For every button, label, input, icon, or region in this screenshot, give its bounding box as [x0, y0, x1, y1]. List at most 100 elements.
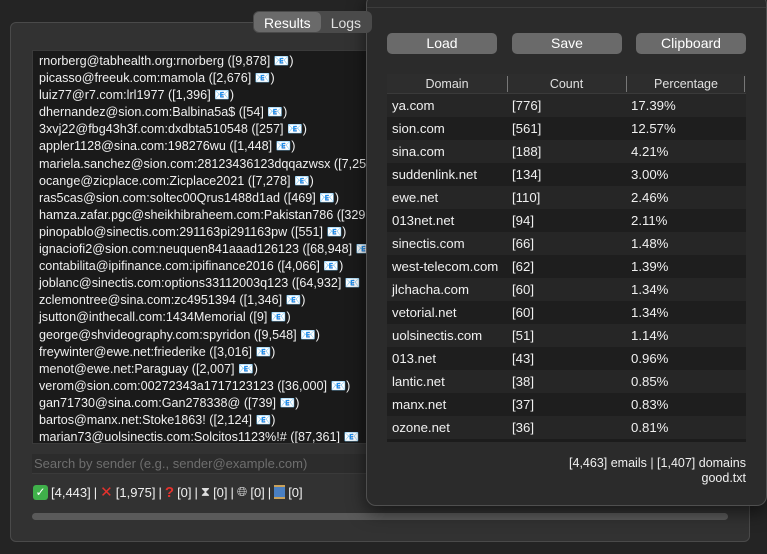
domain-cell: sinectis.com — [392, 236, 465, 251]
domain-stats-panel: Load Save Clipboard Domain Count Percent… — [366, 0, 767, 506]
table-row[interactable]: 013.net [43] 0.96% — [387, 347, 746, 370]
clipboard-button[interactable]: Clipboard — [636, 33, 746, 54]
summary-text: [4,463] emails | [1,407] domains — [569, 456, 746, 470]
percentage-cell: 17.39% — [631, 98, 676, 113]
search-input[interactable] — [32, 454, 392, 474]
table-row[interactable]: sinectis.com [66] 1.48% — [387, 232, 746, 255]
table-row[interactable]: ozone.net [36] 0.81% — [387, 416, 746, 439]
count-cell: [51] — [512, 328, 534, 343]
percentage-cell: 2.11% — [631, 213, 668, 228]
table-row[interactable]: uolsinectis.com [51] 1.14% — [387, 324, 746, 347]
percentage-cell: 0.83% — [631, 397, 669, 412]
table-row[interactable]: jlchacha.com [60] 1.34% — [387, 278, 746, 301]
status-line: ✓ [4,443] | ✕ [1,975] | ? [0] | ⧗ [0] | … — [33, 483, 303, 501]
domain-cell: 013net.net — [392, 213, 455, 228]
result-row[interactable]: joblanc@sinectis.com:options33112003q123… — [33, 275, 391, 292]
invalid-count: [1,975] — [115, 484, 156, 500]
result-row[interactable]: mariela.sanchez@sion.com:28123436123dqqa… — [33, 156, 391, 173]
hourglass-icon: ⧗ — [200, 484, 211, 499]
result-row[interactable]: rnorberg@tabhealth.org:rnorberg ([9,878]… — [33, 53, 391, 70]
table-row[interactable]: vetorial.net [60] 1.34% — [387, 301, 746, 324]
count-cell: [110] — [512, 190, 541, 205]
result-row[interactable]: contabilita@ipifinance.com:ipifinance201… — [33, 258, 391, 275]
result-row[interactable]: menot@ewe.net:Paraguay ([2,007] 📧) — [33, 361, 391, 378]
domain-cell: lantic.net — [392, 374, 445, 389]
valid-count: [4,443] — [51, 484, 91, 500]
percentage-cell: 1.48% — [631, 236, 669, 251]
results-list[interactable]: rnorberg@tabhealth.org:rnorberg ([9,878]… — [32, 50, 392, 444]
separator: | — [158, 484, 162, 500]
percentage-cell: 0.81% — [631, 420, 669, 435]
domain-cell: sion.com — [392, 121, 445, 136]
table-row[interactable]: ewe.net [110] 2.46% — [387, 186, 746, 209]
result-row[interactable]: verom@sion.com:00272343a1717123123 ([36,… — [33, 378, 391, 395]
result-row[interactable]: ignaciofi2@sion.com:neuquen841aaad126123… — [33, 241, 391, 258]
count-cell: [134] — [512, 167, 542, 182]
result-row[interactable]: zclemontree@sina.com:zc4951394 ([1,346] … — [33, 292, 391, 309]
load-button[interactable]: Load — [387, 33, 497, 54]
domain-cell: suddenlink.net — [392, 167, 478, 182]
result-row[interactable]: ras5cas@sion.com:soltec00Qrus1488d1ad ([… — [33, 190, 391, 207]
table-row[interactable]: sina.com [188] 4.21% — [387, 140, 746, 163]
result-row[interactable]: pinopablo@sinectis.com:291163pi291163pw … — [33, 224, 391, 241]
check-icon: ✓ — [33, 484, 48, 500]
table-row[interactable]: suddenlink.net [134] 3.00% — [387, 163, 746, 186]
result-row[interactable]: appler1128@sina.com:198276wu ([1,448] 📧) — [33, 138, 391, 155]
percentage-cell: 2.46% — [631, 190, 669, 205]
result-row[interactable]: luiz77@r7.com:lrl1977 ([1,396] 📧) — [33, 87, 391, 104]
save-button[interactable]: Save — [512, 33, 622, 54]
column-header-percentage[interactable]: Percentage — [626, 74, 746, 93]
separator: | — [93, 484, 98, 500]
result-row[interactable]: hamza.zafar.pgc@sheikhibraheem.com:Pakis… — [33, 207, 391, 224]
domain-cell: manx.net — [392, 397, 447, 412]
percentage-cell: 1.14% — [631, 328, 669, 343]
result-row[interactable]: gan71730@sina.com:Gan278338@ ([739] 📧) — [33, 395, 391, 412]
count-cell: [561] — [512, 121, 542, 136]
result-row[interactable]: dhernandez@sion.com:Balbina5a$ ([54] 📧) — [33, 104, 391, 121]
table-row[interactable]: lantic.net [38] 0.85% — [387, 370, 746, 393]
spool-count: [0] — [288, 484, 303, 500]
count-cell: [776] — [512, 98, 542, 113]
tab-results[interactable]: Results — [254, 12, 321, 32]
unknown-count: [0] — [177, 484, 192, 500]
result-row[interactable]: george@shvideography.com:spyridon ([9,54… — [33, 327, 391, 344]
table-header: Domain Count Percentage — [387, 74, 746, 94]
result-row[interactable]: ocange@zicplace.com:Zicplace2021 ([7,278… — [33, 173, 391, 190]
column-header-domain[interactable]: Domain — [387, 74, 507, 93]
horizontal-scrollbar[interactable] — [32, 513, 728, 520]
table-row[interactable]: manx.net [37] 0.83% — [387, 393, 746, 416]
domain-cell: ya.com — [392, 98, 435, 113]
column-header-count[interactable]: Count — [507, 74, 626, 93]
result-row[interactable]: freywinter@ewe.net:friederike ([3,016] 📧… — [33, 344, 391, 361]
percentage-cell: 4.21% — [631, 144, 669, 159]
separator: | — [230, 484, 234, 500]
panel-divider — [367, 7, 766, 8]
domain-cell: vetorial.net — [392, 305, 457, 320]
result-row[interactable]: 3xvj22@fbg43h3f.com:dxdbta510548 ([257] … — [33, 121, 391, 138]
table-row[interactable]: 013net.net [94] 2.11% — [387, 209, 746, 232]
domain-cell: ewe.net — [392, 190, 439, 205]
percentage-cell: 0.85% — [631, 374, 669, 389]
table-row[interactable]: sion.com [561] 12.57% — [387, 117, 746, 140]
globe-icon: 🌐︎ — [236, 484, 248, 499]
result-row[interactable]: marian73@uolsinectis.com:Solcitos1123%!#… — [33, 429, 391, 443]
count-cell: [43] — [512, 351, 534, 366]
result-row[interactable]: jsutton@inthecall.com:1434Memorial ([9] … — [33, 309, 391, 326]
count-cell: [94] — [512, 213, 534, 228]
percentage-cell: 1.34% — [631, 305, 669, 320]
table-row[interactable]: west-telecom.com [62] 1.39% — [387, 255, 746, 278]
web-count: [0] — [250, 484, 265, 500]
tab-bar: Results Logs — [253, 11, 373, 33]
table-row[interactable]: ya.com [776] 17.39% — [387, 94, 746, 117]
separator: | — [267, 484, 272, 500]
percentage-cell: 1.34% — [631, 282, 669, 297]
spool-icon — [274, 485, 286, 499]
result-row[interactable]: picasso@freeuk.com:mamola ([2,676] 📧) — [33, 70, 391, 87]
result-row[interactable]: bartos@manx.net:Stoke1863! ([2,124] 📧) — [33, 412, 391, 429]
percentage-cell: 3.00% — [631, 167, 669, 182]
percentage-cell: 12.57% — [631, 121, 676, 136]
tab-logs[interactable]: Logs — [321, 12, 371, 32]
filename-text: good.txt — [701, 471, 746, 485]
domain-cell: 013.net — [392, 351, 436, 366]
domain-table: Domain Count Percentage ya.com [776] 17.39… — [387, 74, 746, 442]
